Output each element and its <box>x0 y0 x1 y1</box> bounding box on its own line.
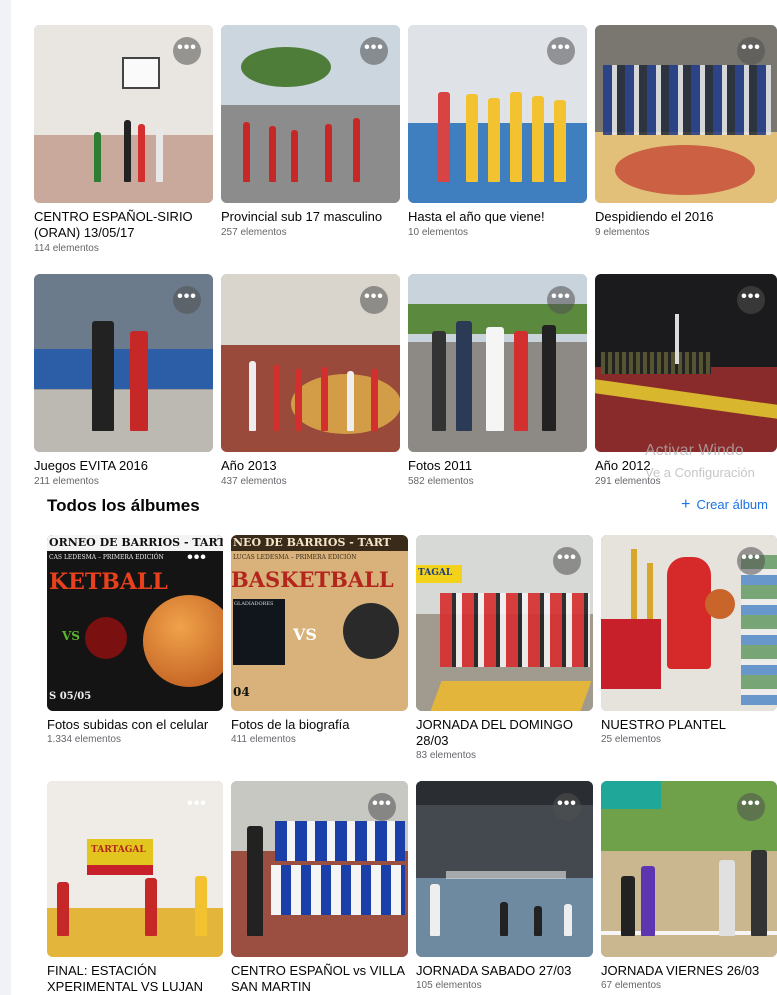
section-heading: Todos los álbumes <box>47 496 200 515</box>
plus-icon: + <box>681 496 691 513</box>
create-album-button[interactable]: + Crear álbum <box>681 496 768 514</box>
album-count: 10 elementos <box>408 227 469 238</box>
album-count: 67 elementos <box>601 980 662 991</box>
album-title[interactable]: Año 2013 <box>221 458 407 474</box>
poster-number: 04 <box>233 685 250 699</box>
more-options-icon[interactable]: ••• <box>737 286 765 314</box>
album-title[interactable]: JORNADA VIERNES 26/03 <box>601 963 777 979</box>
album-count: 25 elementos <box>601 734 662 745</box>
poster-sport: BASKETBALL <box>231 567 394 592</box>
album-count: 437 elementos <box>221 476 287 487</box>
album-cover[interactable]: ••• <box>34 274 213 452</box>
album-cover[interactable]: ••• <box>221 25 400 203</box>
more-options-icon[interactable]: ••• <box>547 286 575 314</box>
poster-vs: VS <box>293 625 317 644</box>
more-options-icon[interactable]: ••• <box>173 37 201 65</box>
album-title[interactable]: Despidiendo el 2016 <box>595 209 777 225</box>
more-options-icon[interactable]: ••• <box>368 793 396 821</box>
album-count: 411 elementos <box>231 734 296 745</box>
poster-heading: NEO DE BARRIOS - TART <box>233 536 391 549</box>
album-cover[interactable]: ••• <box>221 274 400 452</box>
more-options-icon[interactable]: ••• <box>737 37 765 65</box>
banner-text: TARTAGAL <box>91 845 146 855</box>
album-cover[interactable]: ••• <box>408 25 587 203</box>
more-options-icon[interactable]: ••• <box>737 793 765 821</box>
more-options-icon[interactable]: ••• <box>183 547 211 575</box>
album-count: 1.334 elementos <box>47 734 121 745</box>
album-cover[interactable]: TAGAL ••• <box>416 535 593 711</box>
album-cover[interactable]: ••• <box>231 781 408 957</box>
activation-watermark: Activar Windo Ve a Configuración <box>645 440 755 484</box>
poster-sport: KETBALL <box>49 569 168 595</box>
album-cover[interactable]: ••• <box>601 535 777 711</box>
album-count: 105 elementos <box>416 980 482 991</box>
album-cover[interactable]: ORNEO DE BARRIOS - TARTAGA CAS LEDESMA –… <box>47 535 223 711</box>
album-title[interactable]: FINAL: ESTACIÓN XPERIMENTAL VS LUJAN <box>47 963 233 995</box>
album-cover[interactable]: TARTAGAL ••• <box>47 781 223 957</box>
album-cover[interactable]: ••• <box>595 274 777 452</box>
album-count: 83 elementos <box>416 750 477 761</box>
album-title[interactable]: CENTRO ESPAÑOL-SIRIO (ORAN) 13/05/17 <box>34 209 220 241</box>
poster-vs: VS <box>62 629 80 643</box>
album-title[interactable]: CENTRO ESPAÑOL vs VILLA SAN MARTIN <box>231 963 417 995</box>
album-count: 211 elementos <box>34 476 99 487</box>
album-title[interactable]: JORNADA DEL DOMINGO 28/03 <box>416 717 602 749</box>
more-options-icon[interactable]: ••• <box>360 286 388 314</box>
page-left-border <box>0 0 11 995</box>
poster-subheading: CAS LEDESMA – PRIMERA EDICIÓN <box>49 554 164 561</box>
album-cover[interactable]: ••• <box>601 781 777 957</box>
watermark-line-2: Ve a Configuración <box>645 465 755 480</box>
more-options-icon[interactable]: ••• <box>360 37 388 65</box>
album-title[interactable]: Juegos EVITA 2016 <box>34 458 220 474</box>
banner-text: TAGAL <box>418 568 453 578</box>
watermark-line-1: Activar Windo <box>645 442 744 459</box>
more-options-icon[interactable]: ••• <box>553 793 581 821</box>
more-options-icon[interactable]: ••• <box>547 37 575 65</box>
more-options-icon[interactable]: ••• <box>737 547 765 575</box>
album-cover[interactable]: ••• <box>416 781 593 957</box>
more-options-icon[interactable]: ••• <box>173 286 201 314</box>
album-count: 9 elementos <box>595 227 650 238</box>
poster-date: S 05/05 <box>49 691 92 702</box>
album-title[interactable]: JORNADA SABADO 27/03 <box>416 963 602 979</box>
album-cover[interactable]: ••• <box>34 25 213 203</box>
album-count: 582 elementos <box>408 476 474 487</box>
album-cover[interactable]: ••• <box>595 25 777 203</box>
album-cover[interactable]: ••• <box>408 274 587 452</box>
album-count: 114 elementos <box>34 243 99 254</box>
album-title[interactable]: Fotos 2011 <box>408 458 594 474</box>
more-options-icon[interactable]: ••• <box>183 793 211 821</box>
album-title[interactable]: NUESTRO PLANTEL <box>601 717 777 733</box>
more-options-icon[interactable]: ••• <box>553 547 581 575</box>
album-title[interactable]: Provincial sub 17 masculino <box>221 209 407 225</box>
poster-subheading: LUCAS LEDESMA – PRIMERA EDICIÓN <box>233 554 357 561</box>
album-title[interactable]: Fotos subidas con el celular <box>47 717 233 733</box>
album-count: 257 elementos <box>221 227 287 238</box>
album-title[interactable]: Hasta el año que viene! <box>408 209 594 225</box>
create-album-label: Crear álbum <box>696 497 768 512</box>
album-cover[interactable]: NEO DE BARRIOS - TART LUCAS LEDESMA – PR… <box>231 535 408 711</box>
album-title[interactable]: Fotos de la biografía <box>231 717 417 733</box>
poster-team: GLADIADORES <box>234 601 274 607</box>
